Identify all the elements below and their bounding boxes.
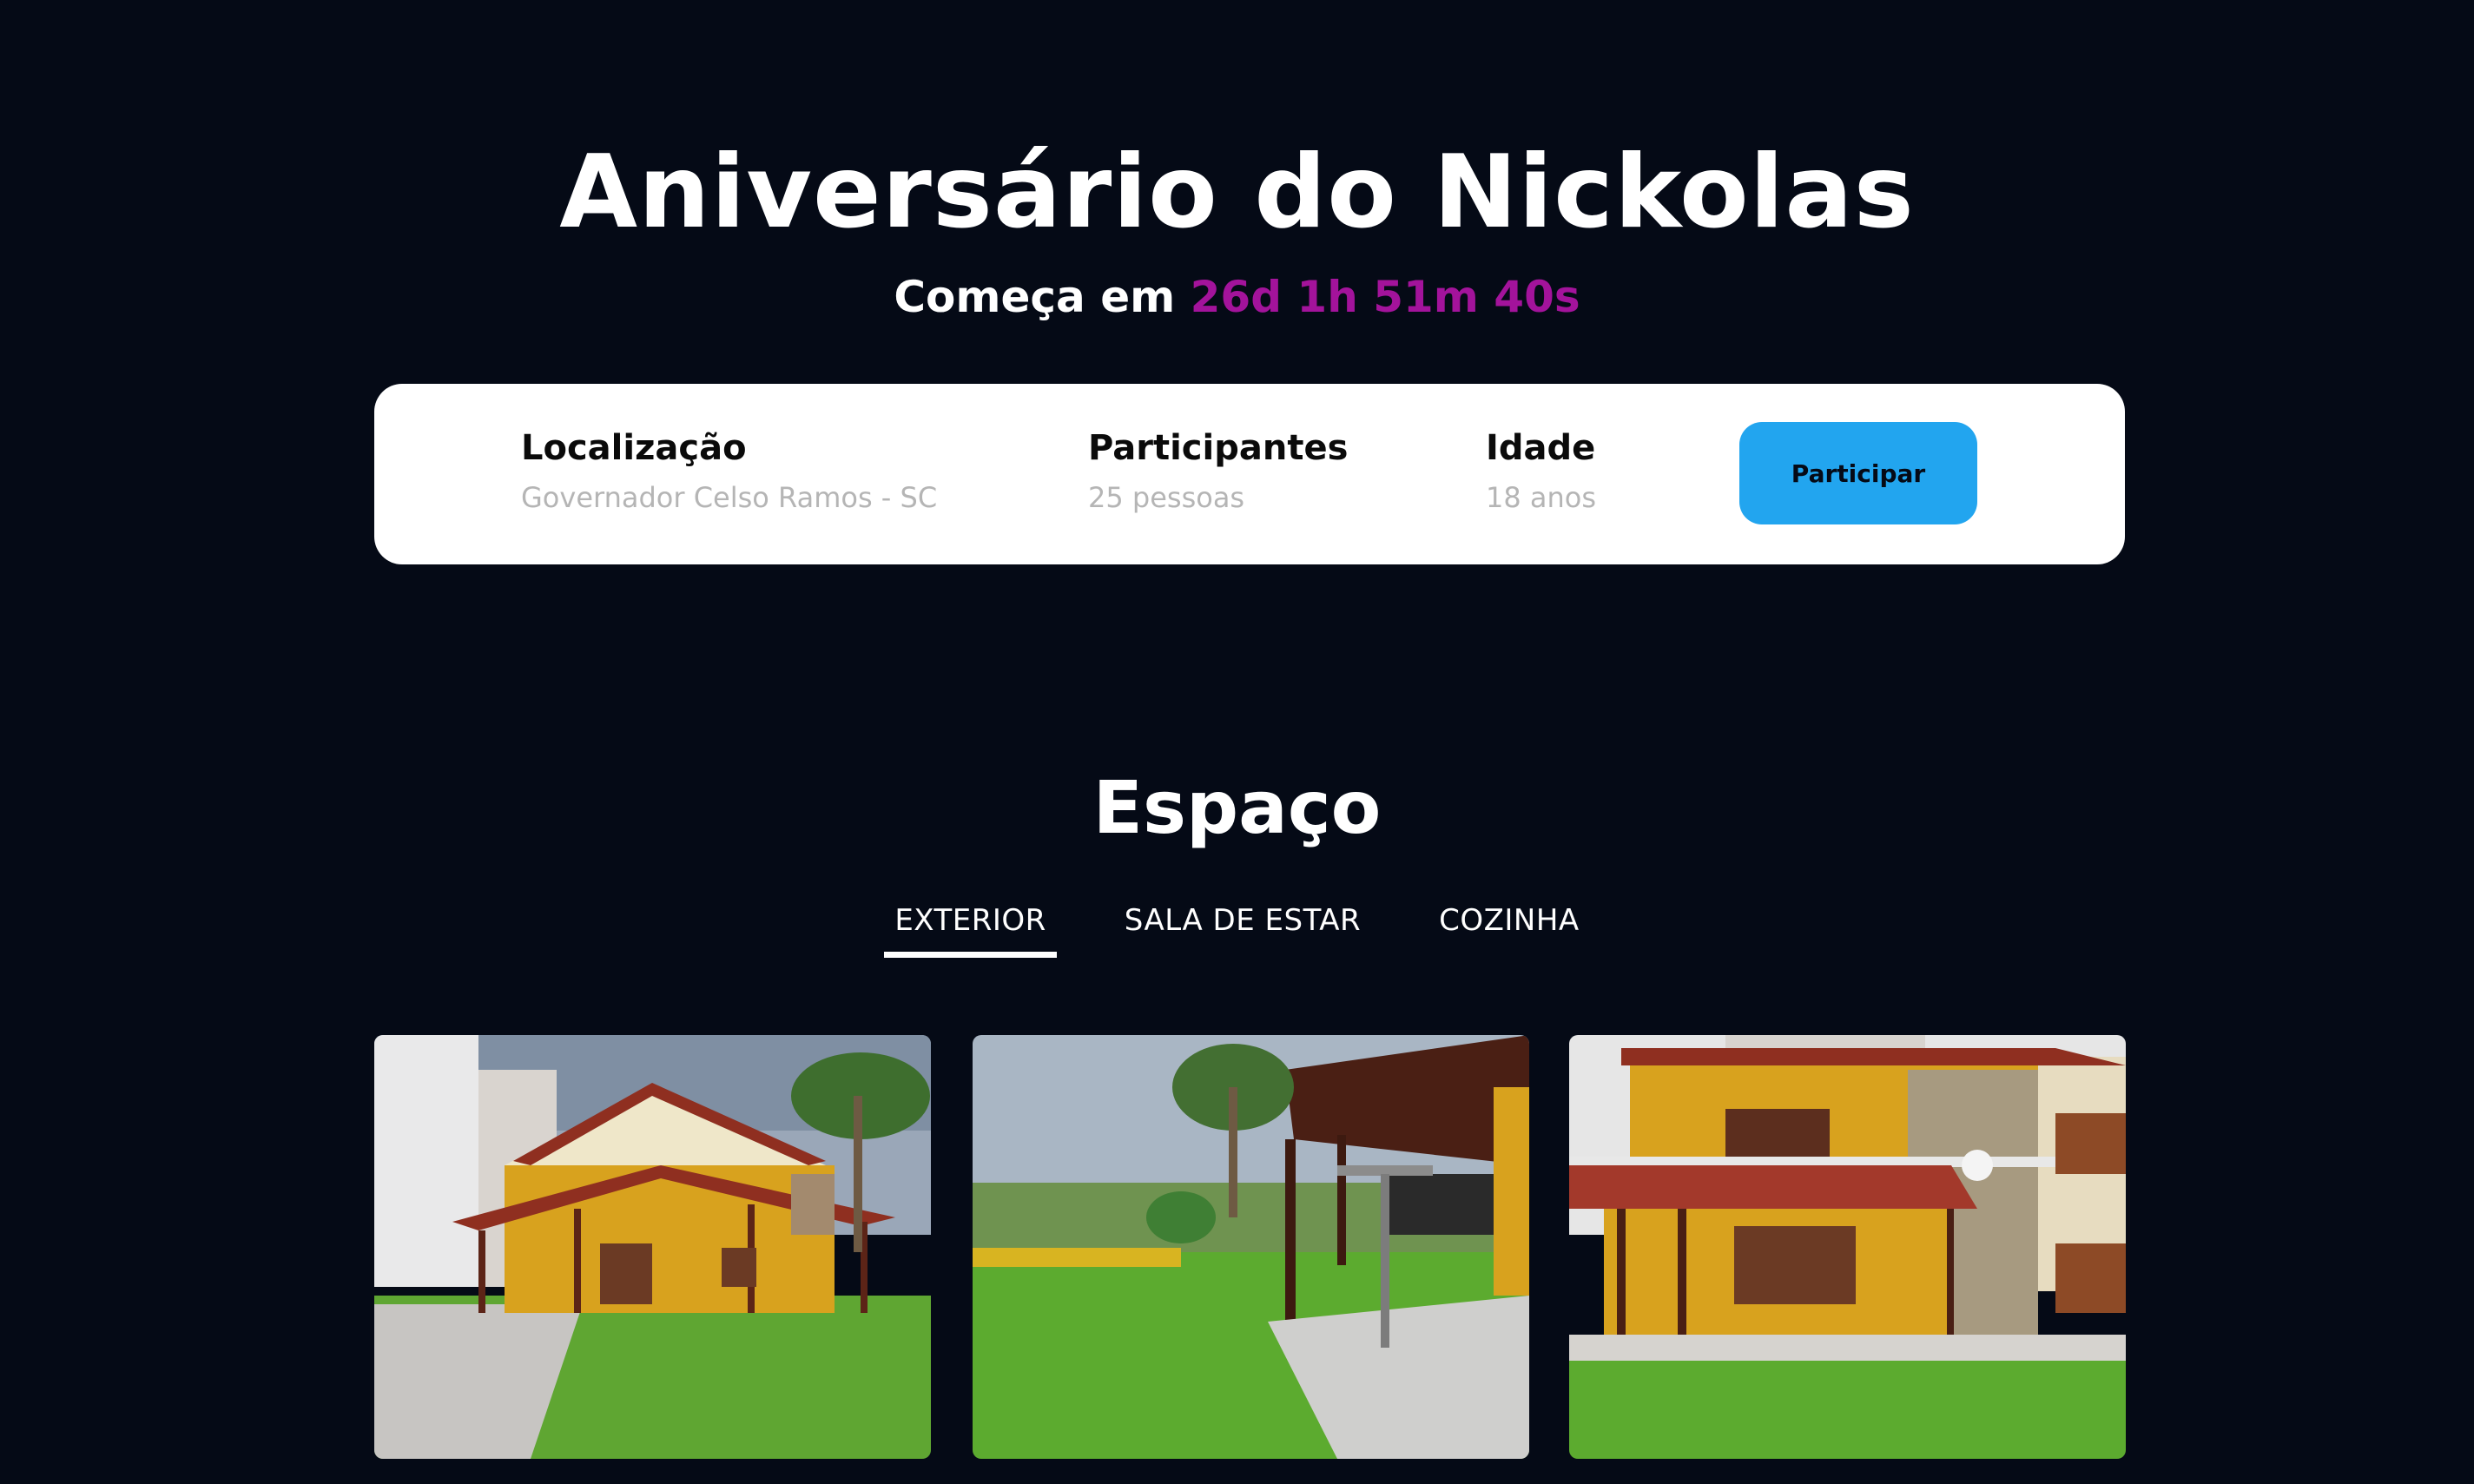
event-title: Aniversário do Nickolas: [559, 134, 1915, 251]
age-label: Idade: [1486, 428, 1596, 468]
garden-patio-image: [973, 1035, 1529, 1459]
location-info: Localização Governador Celso Ramos - SC: [521, 427, 937, 514]
tab-cozinha[interactable]: COZINHA: [1428, 903, 1590, 958]
exterior-photo-1[interactable]: [374, 1035, 931, 1459]
age-value: 18 anos: [1486, 481, 1597, 514]
join-button[interactable]: Participar: [1739, 422, 1977, 524]
space-section-title: Espaço: [1092, 765, 1382, 850]
countdown-timer: 26d 1h 51m 40s: [1190, 272, 1580, 322]
exterior-photo-3[interactable]: [1569, 1035, 2126, 1459]
location-label: Localização: [521, 428, 747, 468]
location-value: Governador Celso Ramos - SC: [521, 481, 938, 514]
event-start-line: Começa em 26d 1h 51m 40s: [0, 271, 2474, 323]
starts-prefix: Começa em: [894, 272, 1176, 322]
exterior-photo-2[interactable]: [973, 1035, 1529, 1459]
tab-exterior[interactable]: EXTERIOR: [884, 903, 1057, 958]
house-front-image: [374, 1035, 931, 1459]
house-side-image: [1569, 1035, 2126, 1459]
event-info-card: Localização Governador Celso Ramos - SC …: [374, 384, 2125, 564]
participants-label: Participantes: [1088, 428, 1349, 468]
space-tabs: EXTERIOR SALA DE ESTAR COZINHA: [0, 903, 2474, 958]
participants-value: 25 pessoas: [1088, 481, 1245, 514]
age-info: Idade 18 anos: [1486, 427, 1596, 514]
tab-sala-de-estar[interactable]: SALA DE ESTAR: [1114, 903, 1371, 958]
participants-info: Participantes 25 pessoas: [1088, 427, 1348, 514]
